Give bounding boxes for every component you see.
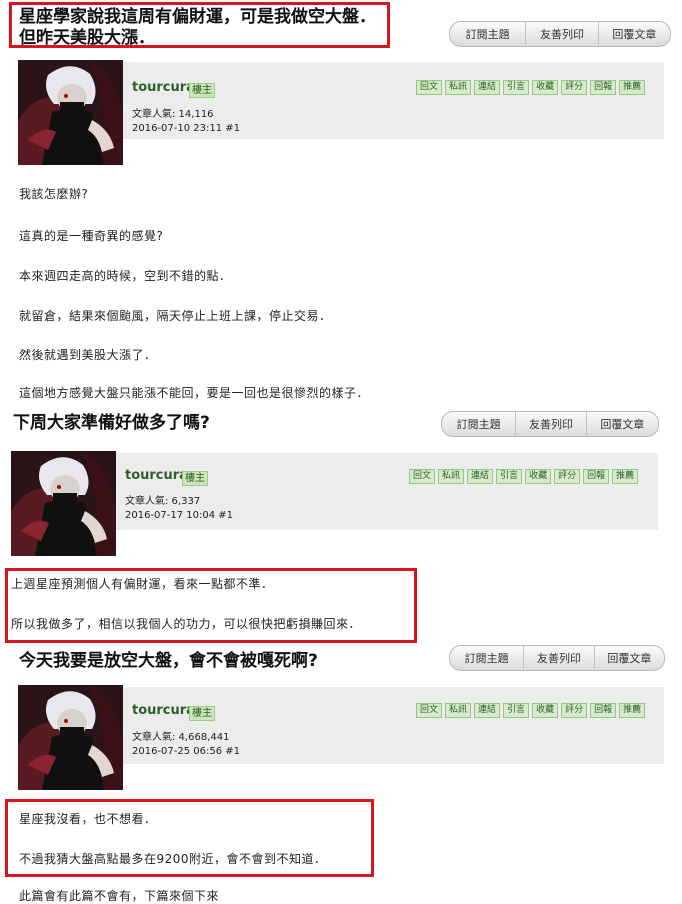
subscribe-button[interactable]: 訂閱主題 bbox=[442, 412, 517, 436]
action-quote[interactable]: 引言 bbox=[496, 469, 523, 484]
action-reply[interactable]: 回文 bbox=[416, 703, 443, 718]
post-paragraph: 所以我做多了，相信以我個人的功力，可以很快把虧損賺回來． bbox=[11, 617, 362, 631]
reply-button[interactable]: 回覆文章 bbox=[599, 22, 670, 46]
post-datetime: 2016-07-25 06:56 #1 bbox=[132, 746, 241, 757]
action-quote[interactable]: 引言 bbox=[503, 703, 530, 718]
post-meta: 文章人氣: 4,668,441 2016-07-25 06:56 #1 bbox=[132, 731, 240, 759]
avatar-image bbox=[11, 451, 116, 556]
username-link[interactable]: tourcura bbox=[132, 80, 195, 95]
username-link[interactable]: tourcura bbox=[125, 468, 188, 483]
avatar[interactable] bbox=[18, 60, 123, 165]
post-paragraph: 我該怎麼辦? bbox=[19, 187, 89, 201]
action-link[interactable]: 連結 bbox=[474, 80, 501, 95]
action-link[interactable]: 連結 bbox=[474, 703, 501, 718]
action-reply[interactable]: 回文 bbox=[416, 80, 443, 95]
subscribe-button[interactable]: 訂閱主題 bbox=[450, 22, 527, 46]
avatar[interactable] bbox=[11, 451, 116, 556]
action-favorite[interactable]: 收藏 bbox=[532, 703, 559, 718]
subscribe-button[interactable]: 訂閱主題 bbox=[450, 646, 525, 670]
action-reply[interactable]: 回文 bbox=[409, 469, 436, 484]
avatar[interactable] bbox=[18, 685, 123, 790]
reply-button[interactable]: 回覆文章 bbox=[587, 412, 658, 436]
post-paragraph: 這真的是一種奇異的感覺? bbox=[19, 229, 164, 243]
post-meta: 文章人氣: 6,337 2016-07-17 10:04 #1 bbox=[125, 495, 233, 523]
post-paragraph: 就留倉，結果來個颱風，隔天停止上班上課，停止交易． bbox=[19, 309, 332, 323]
post-actions: 回文 私訊 連結 引言 收藏 評分 回報 推薦 bbox=[416, 703, 646, 718]
action-rate[interactable]: 評分 bbox=[561, 703, 588, 718]
thread-title: 今天我要是放空大盤，會不會被嘎死啊? bbox=[19, 651, 318, 671]
highlight-box bbox=[9, 2, 390, 48]
post-datetime: 2016-07-10 23:11 #1 bbox=[132, 123, 241, 134]
action-link[interactable]: 連結 bbox=[467, 469, 494, 484]
post-datetime: 2016-07-17 10:04 #1 bbox=[125, 510, 234, 521]
action-report[interactable]: 回報 bbox=[590, 703, 617, 718]
post-actions: 回文 私訊 連結 引言 收藏 評分 回報 推薦 bbox=[416, 80, 646, 95]
action-favorite[interactable]: 收藏 bbox=[532, 80, 559, 95]
avatar-image bbox=[18, 60, 123, 165]
print-button[interactable]: 友善列印 bbox=[524, 646, 595, 670]
thread-toolbar: 訂閱主題 友善列印 回覆文章 bbox=[441, 411, 659, 437]
username-link[interactable]: tourcura bbox=[132, 703, 195, 718]
action-message[interactable]: 私訊 bbox=[445, 703, 472, 718]
action-recommend[interactable]: 推薦 bbox=[619, 703, 646, 718]
popularity: 文章人氣: 14,116 bbox=[132, 109, 214, 120]
action-report[interactable]: 回報 bbox=[590, 80, 617, 95]
thread-2: 下周大家準備好做多了嗎? 訂閱主題 友善列印 回覆文章 tourcura 樓主 … bbox=[0, 405, 682, 645]
action-favorite[interactable]: 收藏 bbox=[525, 469, 552, 484]
post-actions: 回文 私訊 連結 引言 收藏 評分 回報 推薦 bbox=[409, 469, 639, 484]
avatar-image bbox=[18, 685, 123, 790]
action-message[interactable]: 私訊 bbox=[445, 80, 472, 95]
post-paragraph: 此篇會有此篇不會有，下篇來個下來 bbox=[19, 889, 220, 903]
action-rate[interactable]: 評分 bbox=[561, 80, 588, 95]
action-recommend[interactable]: 推薦 bbox=[619, 80, 646, 95]
author-badge: 樓主 bbox=[182, 471, 208, 486]
thread-1: 星座學家說我這周有偏財運，可是我做空大盤． 但昨天美股大漲． 訂閱主題 友善列印… bbox=[0, 0, 682, 405]
author-badge: 樓主 bbox=[189, 83, 215, 98]
thread-toolbar: 訂閱主題 友善列印 回覆文章 bbox=[449, 645, 665, 671]
action-rate[interactable]: 評分 bbox=[554, 469, 581, 484]
action-quote[interactable]: 引言 bbox=[503, 80, 530, 95]
post-paragraph: 不過我猜大盤高點最多在9200附近，會不會到不知道． bbox=[19, 852, 327, 866]
action-recommend[interactable]: 推薦 bbox=[612, 469, 639, 484]
author-badge: 樓主 bbox=[189, 706, 215, 721]
thread-3: 今天我要是放空大盤，會不會被嘎死啊? 訂閱主題 友善列印 回覆文章 tourcu… bbox=[0, 645, 682, 903]
post-paragraph: 這個地方感覺大盤只能漲不能回，要是一回也是很慘烈的樣子． bbox=[19, 386, 370, 400]
print-button[interactable]: 友善列印 bbox=[516, 412, 587, 436]
popularity: 文章人氣: 4,668,441 bbox=[132, 732, 230, 743]
post-meta: 文章人氣: 14,116 2016-07-10 23:11 #1 bbox=[132, 108, 240, 136]
print-button[interactable]: 友善列印 bbox=[526, 22, 599, 46]
post-paragraph: 星座我沒看，也不想看． bbox=[19, 812, 157, 826]
action-message[interactable]: 私訊 bbox=[438, 469, 465, 484]
popularity: 文章人氣: 6,337 bbox=[125, 496, 201, 507]
post-paragraph: 本來週四走高的時候，空到不錯的點． bbox=[19, 269, 232, 283]
action-report[interactable]: 回報 bbox=[583, 469, 610, 484]
reply-button[interactable]: 回覆文章 bbox=[595, 646, 664, 670]
thread-toolbar: 訂閱主題 友善列印 回覆文章 bbox=[449, 21, 671, 47]
thread-title: 下周大家準備好做多了嗎? bbox=[13, 413, 210, 433]
post-paragraph: 然後就遇到美股大漲了． bbox=[19, 348, 157, 362]
post-paragraph: 上週星座預測個人有偏財運，看來一點都不準． bbox=[11, 577, 274, 591]
